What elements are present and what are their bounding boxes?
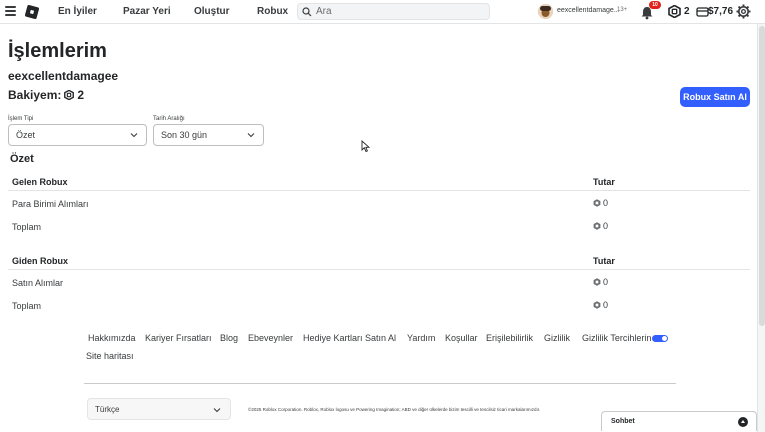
footer-link-about[interactable]: Hakkımızda (88, 333, 136, 343)
robux-balance-label[interactable]: 2 (684, 6, 690, 17)
age-label: 13+ (617, 7, 628, 13)
page-scrollbar[interactable] (757, 24, 765, 432)
avatar[interactable] (538, 4, 553, 19)
robux-icon (593, 199, 601, 207)
robux-icon (593, 222, 601, 230)
username-label[interactable]: eexcellentdamage... (557, 7, 620, 14)
row-amount: 0 (593, 300, 608, 310)
row-amount-value: 0 (603, 221, 609, 231)
balance-value: 2 (77, 88, 85, 102)
footer-link-terms[interactable]: Koşullar (445, 333, 478, 343)
language-select[interactable]: Türkçe (87, 398, 231, 420)
scrollbar-thumb[interactable] (759, 26, 765, 326)
gear-icon[interactable] (736, 4, 751, 19)
search-icon (298, 6, 316, 17)
nav-link-create[interactable]: Oluştur (194, 6, 230, 17)
footer-link-blog[interactable]: Blog (220, 333, 238, 343)
chevron-down-icon (247, 133, 255, 138)
amount-header-label: Tutar (593, 256, 615, 266)
notification-badge: 10 (649, 1, 661, 9)
incoming-robux-table: Gelen Robux Tutar Para Birimi Alımları 0… (8, 171, 750, 237)
row-amount-value: 0 (603, 300, 609, 310)
row-amount: 0 (593, 198, 608, 208)
balance-line: Bakiyem: 2 (8, 88, 84, 102)
date-range-select[interactable]: Son 30 gün (153, 124, 264, 146)
row-label: Toplam (12, 222, 42, 232)
search-box[interactable] (297, 3, 490, 20)
transaction-type-value: Özet (16, 130, 36, 140)
table-row: Para Birimi Alımları 0 (8, 191, 750, 214)
chevron-down-icon (130, 133, 138, 138)
search-input[interactable] (316, 6, 476, 17)
top-navigation: En İyiler Pazar Yeri Oluştur Robux eexce… (0, 0, 765, 24)
privacy-choices-toggle-icon (652, 335, 669, 343)
robux-icon (593, 278, 601, 286)
chevron-down-icon (213, 408, 221, 413)
wallet-amount-label[interactable]: $7,76 (708, 6, 733, 17)
privacy-choices-label: Gizlilik Tercihlerin (582, 333, 652, 343)
mouse-cursor-icon (361, 140, 371, 153)
row-amount: 0 (593, 221, 608, 231)
buy-robux-button[interactable]: Robux Satın Al (680, 87, 750, 107)
footer-link-privacy[interactable]: Gizlilik (544, 333, 570, 343)
outgoing-header-label: Giden Robux (12, 256, 68, 266)
page-title: İşlemlerim (8, 40, 107, 62)
nav-link-robux[interactable]: Robux (257, 6, 288, 17)
nav-link-marketplace[interactable]: Pazar Yeri (123, 6, 171, 17)
robux-icon (64, 90, 75, 100)
footer-divider (84, 383, 676, 384)
incoming-header-label: Gelen Robux (12, 177, 68, 187)
chat-bar[interactable]: Sohbet (601, 411, 757, 431)
footer-link-privacy-choices[interactable]: Gizlilik Tercihlerin (582, 333, 669, 343)
transaction-type-select[interactable]: Özet (8, 124, 147, 146)
chat-label: Sohbet (611, 418, 635, 425)
row-amount-value: 0 (603, 277, 609, 287)
robux-icon[interactable] (668, 5, 681, 18)
outgoing-robux-table: Giden Robux Tutar Satın Alımlar 0 Toplam… (8, 250, 750, 316)
row-amount-value: 0 (603, 198, 609, 208)
footer-link-help[interactable]: Yardım (407, 333, 435, 343)
page-username: eexcellentdamagee (8, 69, 119, 83)
date-range-label: Tarih Aralığı (153, 116, 185, 122)
table-row: Toplam 0 (8, 293, 750, 316)
balance-label: Bakiyem: (8, 88, 62, 102)
amount-header-label: Tutar (593, 177, 615, 187)
table-row: Toplam 0 (8, 214, 750, 237)
footer-link-accessibility[interactable]: Erişilebilirlik (486, 333, 533, 343)
row-label: Para Birimi Alımları (12, 199, 89, 209)
table-header: Gelen Robux Tutar (8, 171, 750, 191)
transaction-type-label: İşlem Tipi (8, 116, 34, 122)
table-header: Giden Robux Tutar (8, 250, 750, 270)
nav-link-charts[interactable]: En İyiler (58, 6, 97, 17)
robux-icon (593, 301, 601, 309)
chevron-up-icon[interactable] (738, 417, 748, 427)
menu-icon[interactable] (5, 6, 16, 16)
date-range-value: Son 30 gün (161, 130, 208, 140)
roblox-logo-icon[interactable] (24, 4, 40, 20)
row-label: Toplam (12, 301, 42, 311)
table-row: Satın Alımlar 0 (8, 270, 750, 293)
row-label: Satın Alımlar (12, 278, 64, 288)
footer-link-parents[interactable]: Ebeveynler (248, 333, 293, 343)
footer-link-gift-cards[interactable]: Hediye Kartları Satın Al (303, 333, 396, 343)
summary-title: Özet (10, 153, 34, 165)
row-amount: 0 (593, 277, 608, 287)
footer-link-careers[interactable]: Kariyer Fırsatları (145, 333, 212, 343)
copyright-text: ©2025 Roblox Corporation. Roblox, Roblox… (248, 407, 541, 412)
footer-link-sitemap[interactable]: Site haritası (86, 351, 134, 361)
language-value: Türkçe (95, 404, 120, 414)
